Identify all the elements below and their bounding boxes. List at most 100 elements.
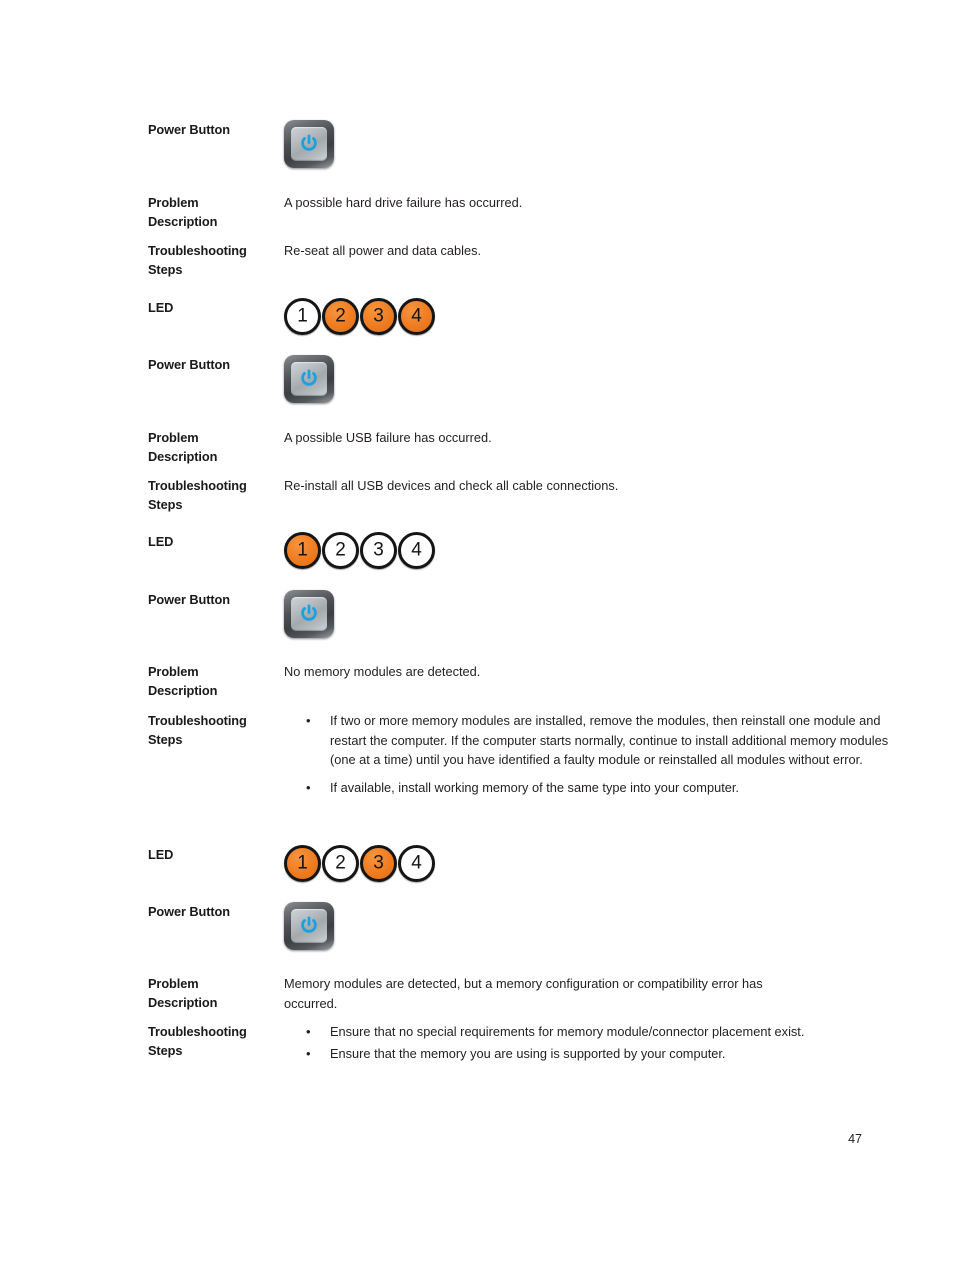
troubleshooting-text-1: Re-seat all power and data cables.	[284, 241, 908, 261]
led-label-3: LED	[148, 847, 174, 862]
problem-description-label-line1: Problem	[148, 664, 199, 679]
power-button-label-3: Power Button	[148, 592, 230, 607]
troubleshooting-text-4: • Ensure that no special requirements for…	[284, 1022, 908, 1063]
troubleshooting-bullet-list-3: • If two or more memory modules are insta…	[284, 711, 908, 797]
led-indicator-2-4: 4	[398, 532, 435, 569]
troubleshooting-label-line1: Troubleshooting	[148, 478, 247, 493]
troubleshooting-label-3: Troubleshooting Steps	[148, 711, 284, 749]
troubleshooting-paragraph-2: Re-install all USB devices and check all…	[284, 478, 619, 493]
troubleshooting-label-1: Troubleshooting Steps	[148, 241, 284, 279]
led-number: 2	[335, 852, 346, 874]
problem-description-label-1: Problem Description	[148, 193, 284, 231]
problem-description-label-line2: Description	[148, 995, 218, 1010]
troubleshooting-row-4: Troubleshooting Steps • Ensure that no sp…	[148, 1022, 908, 1063]
led-row-3: LED 1 2 3 4	[148, 845, 908, 882]
troubleshooting-label-line2: Steps	[148, 732, 183, 747]
troubleshooting-text-2: Re-install all USB devices and check all…	[284, 476, 908, 496]
troubleshooting-paragraph-1: Re-seat all power and data cables.	[284, 243, 482, 258]
led-number: 4	[411, 539, 422, 561]
problem-description-label-line2: Description	[148, 683, 218, 698]
problem-description-paragraph-1: A possible hard drive failure has occurr…	[284, 195, 523, 210]
problem-description-text-2: A possible USB failure has occurred.	[284, 428, 908, 448]
bullet-icon: •	[306, 779, 311, 795]
power-symbol-icon	[301, 916, 317, 933]
document-page: Power Button Problem Description A possi…	[0, 0, 954, 1268]
led-indicator-2-1: 1	[284, 532, 321, 569]
troubleshooting-label-2: Troubleshooting Steps	[148, 476, 284, 514]
power-button-graphic-1	[284, 120, 908, 168]
problem-description-text-3: No memory modules are detected.	[284, 662, 908, 682]
problem-description-label-4: Problem Description	[148, 974, 284, 1012]
troubleshooting-label-line1: Troubleshooting	[148, 243, 247, 258]
led-label-1: LED	[148, 300, 174, 315]
problem-description-row-4: Problem Description Memory modules are d…	[148, 974, 783, 1013]
problem-description-label-3: Problem Description	[148, 662, 284, 700]
led-row-2: LED 1 2 3 4	[148, 532, 908, 569]
problem-description-text-4: Memory modules are detected, but a memor…	[284, 974, 783, 1013]
power-button-row-4: Power Button	[148, 902, 908, 950]
power-button-icon	[284, 120, 334, 168]
power-button-graphic-4	[284, 902, 908, 950]
led-number: 1	[297, 539, 308, 561]
bullet-icon: •	[306, 713, 311, 728]
led-indicator-1-2: 2	[322, 298, 359, 335]
problem-description-label-line2: Description	[148, 214, 218, 229]
power-button-face	[291, 362, 327, 396]
problem-description-label-2: Problem Description	[148, 428, 284, 466]
led-indicator-group-1: 1 2 3 4	[284, 298, 435, 335]
power-symbol-icon	[301, 134, 317, 151]
led-number: 1	[297, 305, 308, 327]
led-indicator-1-4: 4	[398, 298, 435, 335]
troubleshooting-row-2: Troubleshooting Steps Re-install all USB…	[148, 476, 908, 514]
bullet-text: If available, install working memory of …	[330, 779, 739, 795]
bullet-icon: •	[306, 1024, 311, 1039]
problem-description-row-3: Problem Description No memory modules ar…	[148, 662, 908, 700]
problem-description-label-line1: Problem	[148, 976, 199, 991]
bullet-icon: •	[306, 1045, 311, 1061]
troubleshooting-text-3: • If two or more memory modules are insta…	[284, 711, 908, 797]
troubleshooting-label-line1: Troubleshooting	[148, 1024, 247, 1039]
bullet-text: Ensure that no special requirements for …	[330, 1024, 805, 1039]
led-indicator-1-1: 1	[284, 298, 321, 335]
troubleshooting-label-line2: Steps	[148, 497, 183, 512]
problem-description-paragraph-4: Memory modules are detected, but a memor…	[284, 976, 763, 1011]
problem-description-label-line1: Problem	[148, 195, 199, 210]
led-number: 3	[373, 852, 384, 874]
power-button-icon	[284, 355, 334, 403]
problem-description-text-1: A possible hard drive failure has occurr…	[284, 193, 908, 213]
power-button-icon	[284, 590, 334, 638]
power-button-row-3: Power Button	[148, 590, 908, 638]
troubleshooting-row-1: Troubleshooting Steps Re-seat all power …	[148, 241, 908, 279]
power-symbol-icon	[301, 369, 317, 386]
power-button-row-1: Power Button	[148, 120, 908, 168]
led-indicator-3-3: 3	[360, 845, 397, 882]
led-indicator-3-2: 2	[322, 845, 359, 882]
problem-description-label-line1: Problem	[148, 430, 199, 445]
led-number: 3	[373, 539, 384, 561]
power-button-label-2: Power Button	[148, 357, 230, 372]
troubleshooting-label-line2: Steps	[148, 262, 183, 277]
troubleshooting-label-line1: Troubleshooting	[148, 713, 247, 728]
problem-description-paragraph-3: No memory modules are detected.	[284, 664, 481, 679]
led-label-2: LED	[148, 534, 174, 549]
power-button-face	[291, 597, 327, 631]
troubleshooting-bullet-item: • Ensure that the memory you are using is…	[284, 1044, 908, 1064]
troubleshooting-bullet-item: • Ensure that no special requirements for…	[284, 1022, 908, 1042]
power-button-face	[291, 909, 327, 943]
bullet-text: Ensure that the memory you are using is …	[330, 1045, 726, 1061]
led-indicator-3-4: 4	[398, 845, 435, 882]
power-button-row-2: Power Button	[148, 355, 908, 403]
troubleshooting-label-line2: Steps	[148, 1043, 183, 1058]
problem-description-row-2: Problem Description A possible USB failu…	[148, 428, 908, 466]
problem-description-paragraph-2: A possible USB failure has occurred.	[284, 430, 492, 445]
power-button-graphic-2	[284, 355, 908, 403]
led-indicator-3-1: 1	[284, 845, 321, 882]
led-number: 1	[297, 852, 308, 874]
power-button-label-1: Power Button	[148, 122, 230, 137]
led-indicator-2-2: 2	[322, 532, 359, 569]
led-indicator-1-3: 3	[360, 298, 397, 335]
power-button-face	[291, 127, 327, 161]
led-indicator-2-3: 3	[360, 532, 397, 569]
power-symbol-icon	[301, 604, 317, 621]
problem-description-label-line2: Description	[148, 449, 218, 464]
